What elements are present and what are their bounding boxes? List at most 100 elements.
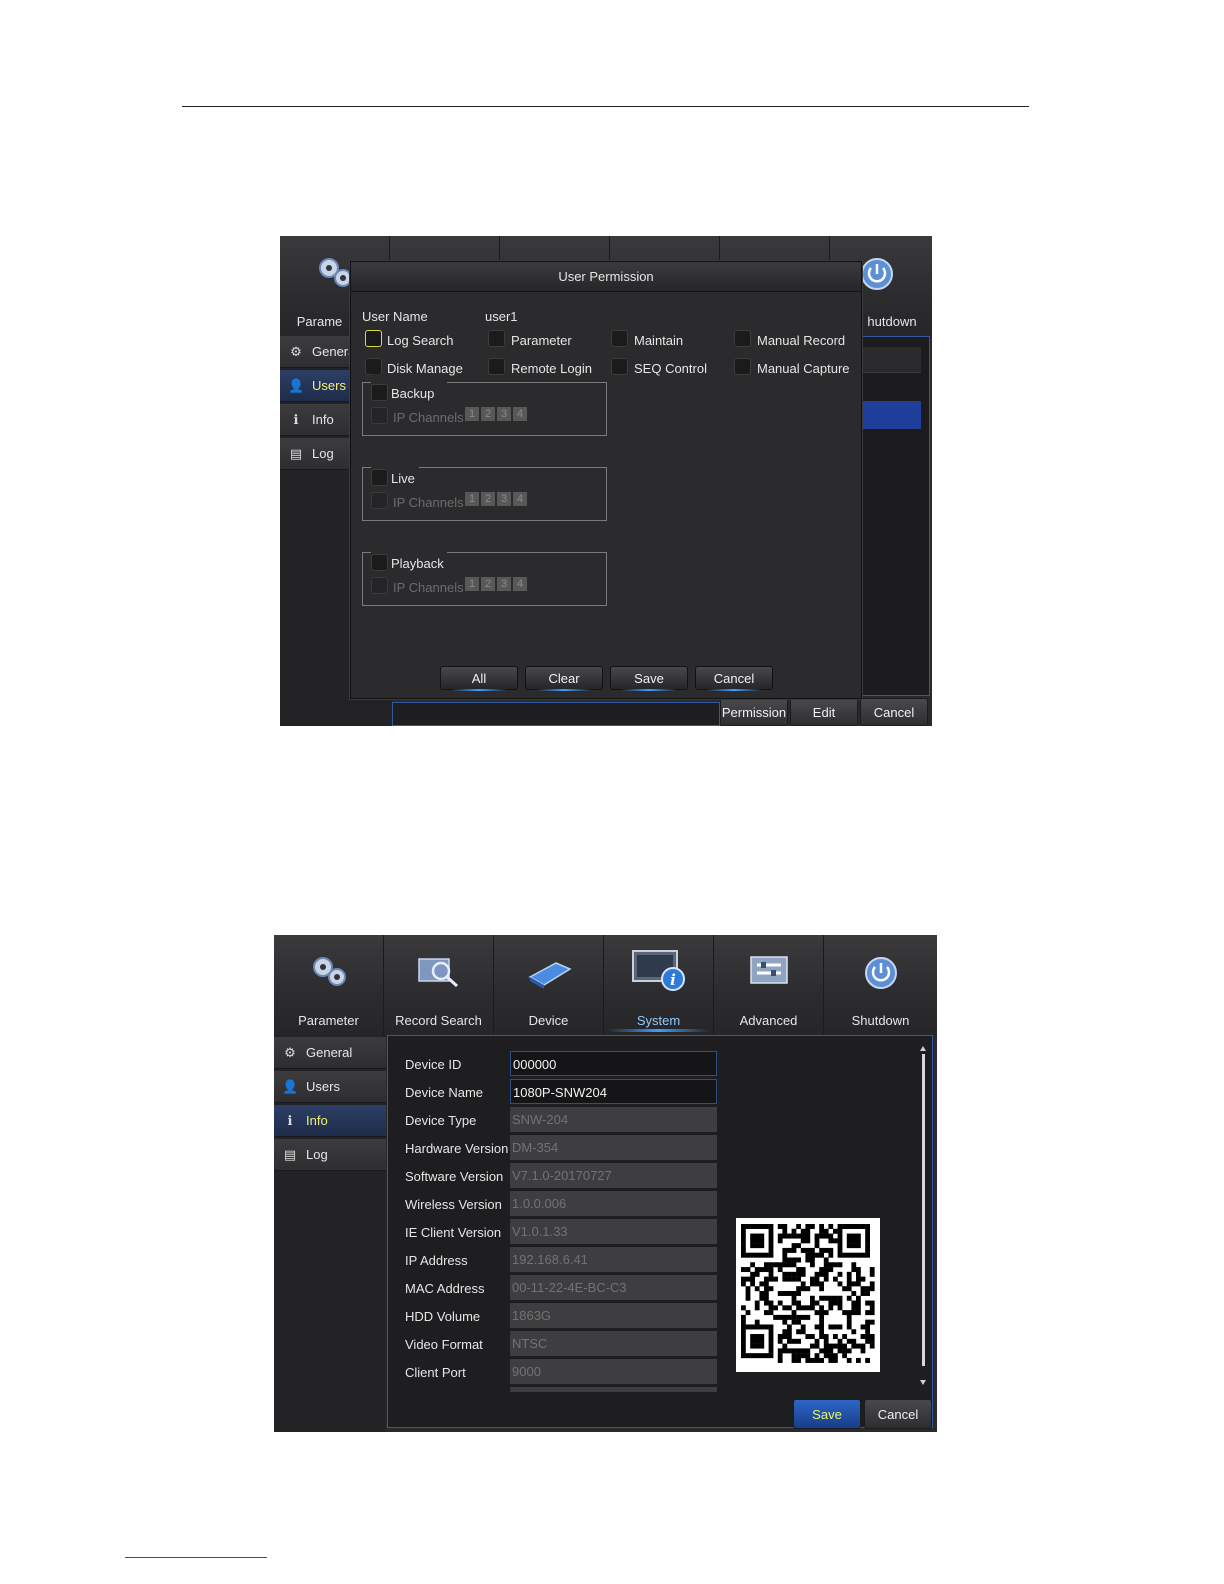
sidebar-item-label: Users <box>306 1079 340 1094</box>
scrollbar[interactable] <box>920 1046 926 1386</box>
client-port-label: Client Port <box>405 1365 466 1380</box>
remote-login-checkbox[interactable] <box>488 358 505 375</box>
parameter-label: Parameter <box>511 333 572 348</box>
channel-3-toggle[interactable]: 3 <box>497 577 511 591</box>
channel-3-toggle[interactable]: 3 <box>497 407 511 421</box>
cancel-button[interactable]: Cancel <box>864 1399 932 1429</box>
ip-channels-label: IP Channels <box>393 580 464 595</box>
parameter-checkbox[interactable] <box>488 330 505 347</box>
top-nav: Parameter Record Search Device i System … <box>274 935 937 1035</box>
live-checkbox[interactable] <box>371 469 388 486</box>
backup-checkbox[interactable] <box>371 384 388 401</box>
user-permission-dialog: User Permission User Name user1 Log Sear… <box>350 261 862 699</box>
user-icon: 👤 <box>282 1078 299 1094</box>
scrollbar-thumb[interactable] <box>922 1054 925 1366</box>
ie-client-version-field: V1.0.1.33 <box>510 1219 717 1244</box>
live-ip-channels-checkbox[interactable] <box>371 492 388 509</box>
clear-button[interactable]: Clear <box>525 666 603 691</box>
sidebar-item-label: Log <box>312 446 334 461</box>
save-button[interactable]: Save <box>610 666 688 691</box>
manual-capture-label: Manual Capture <box>757 361 850 376</box>
nav-label: Device <box>528 1013 569 1028</box>
channel-4-toggle[interactable]: 4 <box>513 492 527 506</box>
nav-system[interactable]: i System <box>604 935 714 1035</box>
gear-icon: ⚙ <box>284 1044 296 1060</box>
device-id-field[interactable]: 000000 <box>510 1051 717 1076</box>
nav-record-search[interactable]: Record Search <box>384 935 494 1035</box>
sidebar-item-general[interactable]: ⚙ General <box>274 1037 386 1069</box>
backup-ip-channels-checkbox[interactable] <box>371 407 388 424</box>
seq-control-checkbox[interactable] <box>611 358 628 375</box>
cancel-button[interactable]: Cancel <box>860 698 928 726</box>
sidebar: ⚙ General 👤 Users ℹ Info ▤ Log <box>274 1035 386 1432</box>
channel-3-toggle[interactable]: 3 <box>497 492 511 506</box>
log-search-label: Log Search <box>387 333 454 348</box>
channel-4-toggle[interactable]: 4 <box>513 407 527 421</box>
remote-login-label: Remote Login <box>511 361 592 376</box>
wireless-version-field: 1.0.0.006 <box>510 1191 717 1216</box>
manual-capture-checkbox[interactable] <box>734 358 751 375</box>
device-type-field: SNW-204 <box>510 1107 717 1132</box>
permission-button[interactable]: Permission <box>720 698 788 726</box>
nav-shutdown[interactable]: Shutdown <box>824 935 937 1035</box>
sidebar-item-info[interactable]: ℹ Info <box>274 1105 386 1137</box>
channel-2-toggle[interactable]: 2 <box>481 407 495 421</box>
video-format-label: Video Format <box>405 1337 483 1352</box>
hdd-volume-label: HDD Volume <box>405 1309 481 1324</box>
backup-group: Backup IP Channels 1 2 3 4 <box>362 374 607 436</box>
sidebar-item-log[interactable]: ▤ Log <box>274 1139 386 1171</box>
sidebar-item-label: Users <box>312 378 346 393</box>
user-icon: 👤 <box>288 377 305 393</box>
power-icon <box>861 258 893 290</box>
save-button[interactable]: Save <box>793 1399 861 1429</box>
user-list-header <box>863 347 921 373</box>
channel-1-toggle[interactable]: 1 <box>465 492 479 506</box>
cancel-button[interactable]: Cancel <box>695 666 773 691</box>
all-button[interactable]: All <box>440 666 518 691</box>
sidebar-item-users[interactable]: 👤 Users <box>274 1071 386 1103</box>
disk-manage-checkbox[interactable] <box>365 358 382 375</box>
client-port-field: 9000 <box>510 1359 717 1384</box>
nav-device[interactable]: Device <box>494 935 604 1035</box>
playback-ip-channels-checkbox[interactable] <box>371 577 388 594</box>
manual-record-label: Manual Record <box>757 333 846 348</box>
playback-group: Playback IP Channels 1 2 3 4 <box>362 544 607 606</box>
power-icon <box>864 957 897 989</box>
channel-1-toggle[interactable]: 1 <box>465 577 479 591</box>
scroll-down-icon[interactable] <box>920 1380 926 1386</box>
wireless-version-label: Wireless Version <box>405 1197 502 1212</box>
channel-2-toggle[interactable]: 2 <box>481 577 495 591</box>
log-icon: ▤ <box>289 445 303 461</box>
save-button-label: Save <box>634 670 664 686</box>
scroll-up-icon[interactable] <box>920 1046 926 1052</box>
log-search-checkbox[interactable] <box>365 330 382 347</box>
video-format-field: NTSC <box>510 1331 717 1356</box>
ip-address-label: IP Address <box>405 1253 468 1268</box>
maintain-checkbox[interactable] <box>611 330 628 347</box>
nav-advanced[interactable]: Advanced <box>714 935 824 1035</box>
gear-icon: ⚙ <box>290 343 302 359</box>
channel-1-toggle[interactable]: 1 <box>465 407 479 421</box>
edit-button[interactable]: Edit <box>790 698 858 726</box>
user-name-label: User Name <box>362 309 428 324</box>
all-button-label: All <box>471 670 487 686</box>
footer-link-underline <box>125 1557 267 1558</box>
device-name-field[interactable]: 1080P-SNW204 <box>510 1079 717 1104</box>
channel-2-toggle[interactable]: 2 <box>481 492 495 506</box>
hdd-volume-field: 1863G <box>510 1303 717 1328</box>
sidebar-item-label: Log <box>306 1147 328 1162</box>
system-info-screenshot: Parameter Record Search Device i System … <box>274 935 937 1432</box>
playback-checkbox[interactable] <box>371 554 388 571</box>
channel-4-toggle[interactable]: 4 <box>513 577 527 591</box>
button-glow <box>706 689 762 691</box>
mac-address-label: MAC Address <box>405 1281 485 1296</box>
manual-record-checkbox[interactable] <box>734 330 751 347</box>
nav-parameter[interactable]: Parameter <box>274 935 384 1035</box>
user-list-selected-row[interactable] <box>863 401 921 429</box>
device-id-label: Device ID <box>405 1057 462 1072</box>
user-list-panel <box>862 336 930 696</box>
sidebar-item-label: Genera <box>312 344 356 359</box>
sidebar-item-label: Info <box>306 1113 328 1128</box>
info-icon: ℹ <box>293 411 299 427</box>
hard-drive-icon <box>527 962 572 989</box>
